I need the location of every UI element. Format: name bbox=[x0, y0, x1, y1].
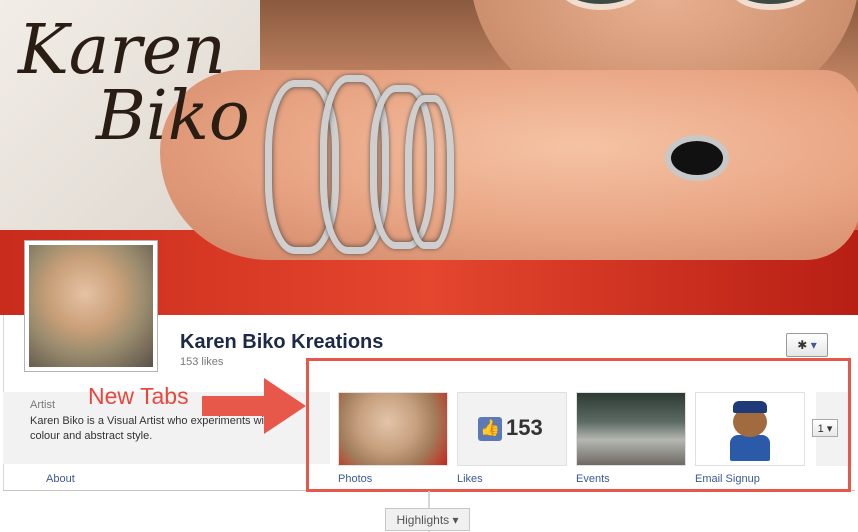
bracelet-4 bbox=[405, 95, 454, 249]
chevron-down-icon: ▾ bbox=[452, 513, 459, 527]
cover-title-line1: Karen bbox=[18, 11, 226, 90]
annotation-arrow-icon bbox=[202, 378, 306, 434]
ring bbox=[665, 135, 729, 181]
about-link[interactable]: About bbox=[46, 473, 75, 485]
cover-title-line2: Biko bbox=[96, 77, 250, 156]
likes-count: 153 likes bbox=[180, 356, 224, 368]
highlights-button[interactable]: Highlights ▾ bbox=[385, 508, 470, 531]
settings-button[interactable]: ✱ ▾ bbox=[786, 333, 828, 357]
eye-right bbox=[730, 0, 812, 10]
eye-left bbox=[560, 0, 642, 10]
highlights-label: Highlights bbox=[396, 513, 450, 527]
cover-title: Karen Biko bbox=[18, 11, 250, 156]
gear-icon: ✱ bbox=[797, 338, 808, 352]
chevron-down-icon: ▾ bbox=[810, 338, 817, 352]
annotation-label: New Tabs bbox=[88, 383, 189, 409]
profile-photo bbox=[29, 245, 153, 367]
profile-picture[interactable] bbox=[24, 240, 158, 372]
category-label: Artist bbox=[30, 399, 56, 411]
annotation-highlight-box bbox=[306, 358, 851, 492]
page-title[interactable]: Karen Biko Kreations bbox=[180, 331, 383, 354]
